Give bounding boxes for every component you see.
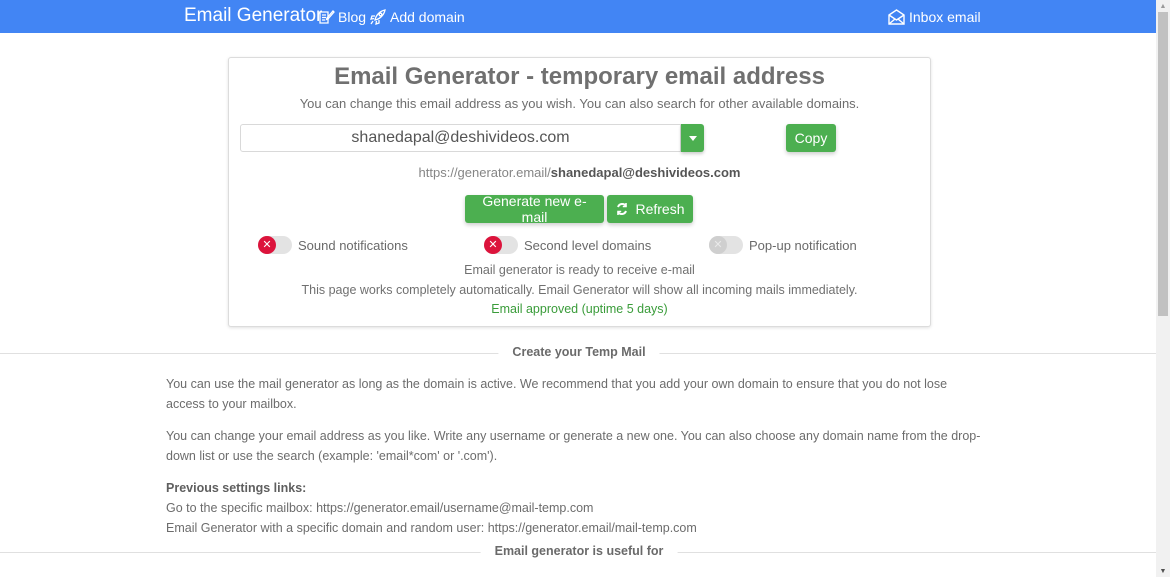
refresh-button[interactable]: Refresh xyxy=(607,195,693,223)
mailbox-url[interactable]: https://generator.email/shanedapal@deshi… xyxy=(229,165,930,180)
envelope-open-icon xyxy=(888,9,905,25)
nav-add-domain-label: Add domain xyxy=(390,9,465,25)
rocket-icon xyxy=(370,9,386,25)
top-navbar: Email Generator Blog Add domain Inbox em… xyxy=(0,0,1156,33)
nav-blog-label: Blog xyxy=(338,9,367,25)
prev-link-2-label: Email Generator with a specific domain a… xyxy=(166,521,488,535)
mailbox-url-prefix: https://generator.email/ xyxy=(418,165,551,180)
generate-new-email-button[interactable]: Generate new e-mail xyxy=(465,193,604,225)
useful-for-heading: Email generator is useful for xyxy=(480,544,678,558)
nav-blog-link[interactable]: Blog xyxy=(317,8,366,26)
prev-link-2-url[interactable]: https://generator.email/mail-temp.com xyxy=(488,521,697,535)
previous-settings-heading: Previous settings links: xyxy=(166,481,307,495)
x-icon: ✕ xyxy=(258,236,276,254)
intro-paragraph-1: You can use the mail generator as long a… xyxy=(166,377,948,411)
sound-notifications-toggle-row: ✕ Sound notifications xyxy=(258,236,408,254)
page-scrollbar[interactable]: ▲ ▼ xyxy=(1156,0,1170,577)
brand-link[interactable]: Email Generator xyxy=(184,5,322,27)
mailbox-url-email: shanedapal@deshivideos.com xyxy=(550,165,741,180)
popup-notification-toggle[interactable]: ✕ xyxy=(709,236,743,254)
prev-link-1-url[interactable]: https://generator.email/username@mail-te… xyxy=(316,501,593,515)
page-subtitle: You can change this email address as you… xyxy=(299,96,860,111)
intro-paragraph-2: You can change your email address as you… xyxy=(166,429,981,463)
blog-icon xyxy=(319,10,335,24)
sound-notifications-toggle[interactable]: ✕ xyxy=(258,236,292,254)
popup-notification-label: Pop-up notification xyxy=(749,237,857,253)
refresh-label: Refresh xyxy=(635,201,685,217)
popup-notification-toggle-row: ✕ Pop-up notification xyxy=(709,236,857,254)
status-approved-text: Email approved (uptime 5 days) xyxy=(491,302,668,316)
prev-link-1-label: Go to the specific mailbox: xyxy=(166,501,317,515)
status-auto-text: This page works completely automatically… xyxy=(301,283,858,297)
nav-add-domain-link[interactable]: Add domain xyxy=(369,8,465,26)
scroll-thumb[interactable] xyxy=(1158,12,1168,316)
scroll-down-arrow-icon[interactable]: ▼ xyxy=(1156,565,1170,577)
page-title: Email Generator - temporary email addres… xyxy=(334,63,825,90)
previous-settings-links: Previous settings links: Go to the speci… xyxy=(166,478,986,538)
x-icon: ✕ xyxy=(484,236,502,254)
domain-dropdown-button[interactable] xyxy=(681,124,704,152)
sound-notifications-label: Sound notifications xyxy=(298,237,408,253)
x-icon: ✕ xyxy=(709,236,727,254)
nav-inbox-link[interactable]: Inbox email xyxy=(887,8,981,26)
email-address-input[interactable] xyxy=(240,124,681,152)
status-ready-text: Email generator is ready to receive e-ma… xyxy=(464,263,695,277)
scroll-up-arrow-icon[interactable]: ▲ xyxy=(1156,0,1170,12)
copy-button[interactable]: Copy xyxy=(786,124,836,152)
nav-inbox-label: Inbox email xyxy=(909,9,981,25)
email-generator-card: Email Generator - temporary email addres… xyxy=(228,57,931,327)
refresh-icon xyxy=(617,203,628,215)
second-level-domains-toggle-row: ✕ Second level domains xyxy=(484,236,651,254)
second-level-domains-toggle[interactable]: ✕ xyxy=(484,236,518,254)
create-temp-mail-heading: Create your Temp Mail xyxy=(498,345,660,359)
second-level-domains-label: Second level domains xyxy=(524,237,652,253)
caret-down-icon xyxy=(688,135,697,141)
